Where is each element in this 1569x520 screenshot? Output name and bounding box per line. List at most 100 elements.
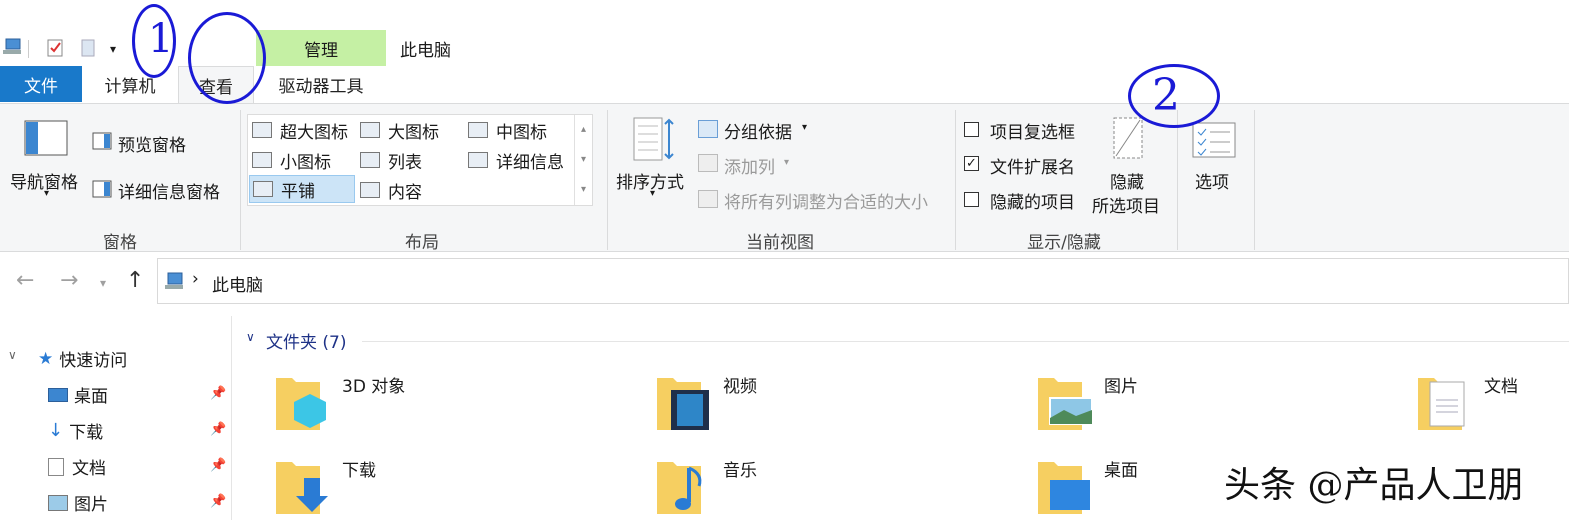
nav-pane-dropdown-icon[interactable]: ▾ [44, 188, 49, 199]
computer-icon[interactable] [2, 38, 22, 56]
layout-tiles[interactable]: 平铺 [249, 175, 355, 203]
pin-icon[interactable]: 📌 [210, 458, 226, 473]
layout-list[interactable]: 列表 [360, 146, 464, 174]
sidebar-item-downloads[interactable]: ↓ 下载 [48, 418, 103, 443]
section-chevron-icon[interactable]: ∨ [246, 330, 255, 344]
context-tab-header: 管理 [256, 30, 386, 66]
layout-medium-icons[interactable]: 中图标 [468, 116, 572, 144]
add-column-dropdown-icon[interactable]: ▾ [784, 157, 789, 168]
size-all-columns-button[interactable]: 将所有列调整为合适的大小 [724, 188, 928, 213]
folder-label: 3D 对象 [342, 377, 406, 397]
layout-small-icons[interactable]: 小图标 [252, 146, 356, 174]
breadcrumb-this-pc[interactable]: 此电脑 [212, 271, 263, 296]
options-button[interactable]: 选项 [1195, 168, 1229, 193]
sidebar-item-pictures[interactable]: 图片 [48, 490, 108, 515]
small-icons-icon [252, 152, 272, 168]
hidden-items-checkbox[interactable] [964, 192, 979, 207]
breadcrumb-separator[interactable]: › [192, 269, 199, 289]
documents-folder-icon [1416, 372, 1465, 430]
folder-label: 视频 [723, 377, 757, 397]
properties-icon[interactable] [46, 38, 64, 58]
group-label-panes: 窗格 [103, 233, 137, 253]
folder-3d-objects[interactable]: 3D 对象 [274, 372, 574, 442]
document-icon [48, 457, 64, 476]
pin-icon[interactable]: 📌 [210, 386, 226, 401]
hide-selected-line1[interactable]: 隐藏 [1110, 168, 1144, 193]
back-arrow-icon[interactable]: ← [16, 268, 34, 293]
sort-dropdown-icon[interactable]: ▾ [650, 188, 655, 199]
layout-content[interactable]: 内容 [360, 176, 464, 204]
music-folder-icon [655, 456, 703, 514]
folder-label: 文档 [1484, 377, 1518, 397]
collapse-chevron-icon[interactable]: ∨ [8, 348, 17, 362]
tab-drive-tools[interactable]: 驱动器工具 [262, 66, 380, 102]
pin-icon[interactable]: 📌 [210, 494, 226, 509]
downloads-folder-icon [274, 456, 328, 514]
file-extensions-checkbox[interactable]: ✓ [964, 156, 979, 171]
annotation-number-1: 1 [148, 16, 174, 62]
new-folder-icon[interactable] [80, 38, 96, 58]
add-column-button[interactable]: 添加列 [724, 153, 775, 178]
sidebar-item-documents[interactable]: 文档 [48, 454, 106, 479]
folder-videos[interactable]: 视频 [655, 372, 955, 442]
item-checkboxes-label: 项目复选框 [990, 123, 1075, 143]
preview-pane-icon [92, 132, 112, 150]
hide-selected-line2[interactable]: 所选项目 [1092, 192, 1160, 217]
layout-extra-large-icons[interactable]: 超大图标 [252, 116, 356, 144]
group-label-show-hide: 显示/隐藏 [1027, 233, 1101, 253]
layout-details[interactable]: 详细信息 [468, 146, 572, 174]
recent-locations-icon[interactable]: ▾ [100, 276, 106, 290]
section-header-folders[interactable]: 文件夹 (7) [266, 328, 346, 353]
large-icons-icon [360, 122, 380, 138]
layout-gallery-scroll[interactable]: ▴ ▾ ▾ [574, 115, 592, 205]
list-icon [360, 152, 380, 168]
group-by-button[interactable]: 分组依据 [724, 118, 792, 143]
details-pane-icon [92, 180, 112, 198]
forward-arrow-icon[interactable]: → [60, 268, 78, 293]
sidebar-item-quick-access[interactable]: ★ 快速访问 [38, 346, 127, 372]
navigation-pane-icon[interactable] [24, 120, 68, 156]
group-label-current-view: 当前视图 [746, 233, 814, 253]
folder-downloads[interactable]: 下载 [274, 456, 574, 520]
3d-objects-folder-icon [274, 372, 326, 430]
group-separator [955, 110, 956, 250]
pictures-icon [48, 494, 68, 511]
group-by-dropdown-icon[interactable]: ▾ [802, 122, 807, 133]
folder-music[interactable]: 音乐 [655, 456, 955, 520]
folder-label: 下载 [342, 461, 376, 481]
size-columns-icon [698, 190, 718, 208]
preview-pane-button[interactable]: 预览窗格 [118, 131, 186, 156]
group-separator [607, 110, 608, 250]
pin-icon[interactable]: 📌 [210, 422, 226, 437]
address-bar[interactable]: › 此电脑 [157, 258, 1569, 304]
annotation-circle-view [188, 12, 266, 104]
medium-icons-icon [468, 122, 488, 138]
content-icon [360, 182, 380, 198]
sort-by-icon[interactable] [632, 116, 676, 162]
extra-large-icons-icon [252, 122, 272, 138]
qat-divider [28, 40, 29, 58]
details-icon [468, 152, 488, 168]
sidebar-item-desktop[interactable]: 桌面 [48, 382, 108, 407]
navigation-pane: ∨ ★ 快速访问 桌面 📌 ↓ 下载 📌 文档 📌 图片 📌 [0, 316, 232, 520]
layout-large-icons[interactable]: 大图标 [360, 116, 464, 144]
folder-pictures[interactable]: 图片 [1036, 372, 1336, 442]
options-icon[interactable] [1192, 122, 1236, 158]
desktop-icon [48, 387, 68, 402]
layout-gallery: 超大图标 大图标 中图标 小图标 列表 详细信息 平铺 内容 ▴ ▾ ▾ [247, 114, 593, 206]
desktop-folder-icon [1036, 456, 1090, 514]
folder-documents[interactable]: 文档 [1416, 372, 1569, 442]
tab-file[interactable]: 文件 [0, 66, 82, 102]
hide-selected-icon[interactable] [1110, 116, 1146, 160]
qat-dropdown-icon[interactable]: ▾ [110, 42, 116, 56]
file-extensions-label: 文件扩展名 [990, 158, 1075, 178]
details-pane-button[interactable]: 详细信息窗格 [118, 178, 220, 203]
window-title: 此电脑 [400, 41, 451, 61]
download-icon: ↓ [48, 420, 64, 441]
this-pc-icon [164, 271, 184, 291]
pictures-folder-icon [1036, 372, 1093, 430]
group-separator [240, 110, 241, 250]
up-arrow-icon[interactable]: ↑ [126, 268, 144, 293]
item-checkboxes-checkbox[interactable] [964, 122, 979, 137]
folder-label: 桌面 [1104, 461, 1138, 481]
